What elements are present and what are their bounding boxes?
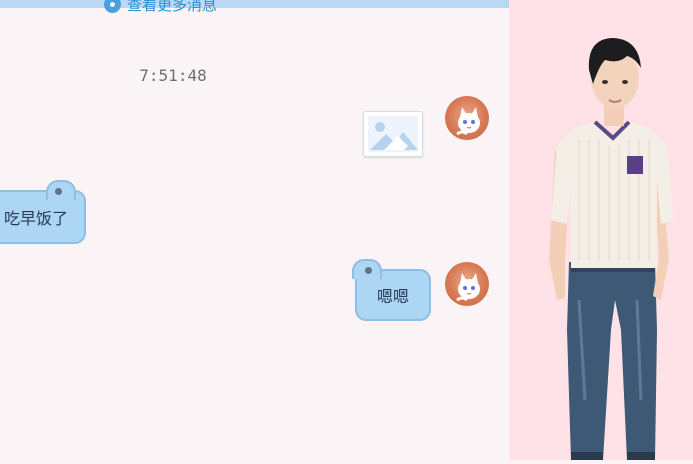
outgoing-message-text[interactable]: 嗯嗯 xyxy=(377,283,409,307)
self-avatar[interactable] xyxy=(445,262,489,306)
more-messages-label[interactable]: 查看更多消息 xyxy=(127,0,217,15)
incoming-message-bubble[interactable]: 吃早饭了 xyxy=(0,180,86,244)
bubble-dot xyxy=(365,267,372,274)
incoming-message-text[interactable]: 吃早饭了 xyxy=(4,205,68,229)
more-messages-link[interactable]: 查看更多消息 xyxy=(104,0,217,16)
avatar-figure xyxy=(549,38,673,460)
chat-panel: 查看更多消息 7:51:48 吃早饭了 嗯嗯 xyxy=(0,0,509,460)
self-avatar[interactable] xyxy=(445,96,489,140)
image-placeholder-icon xyxy=(368,116,418,152)
avatar-cat-icon xyxy=(456,107,480,136)
image-message[interactable] xyxy=(363,111,423,157)
outgoing-message-bubble[interactable]: 嗯嗯 xyxy=(352,259,431,321)
chat-top-bar xyxy=(0,0,509,8)
show-panel xyxy=(509,0,693,460)
avatar-cat-icon xyxy=(456,273,480,302)
more-messages-icon xyxy=(104,0,121,13)
bubble-dot xyxy=(55,188,62,195)
message-timestamp: 7:51:48 xyxy=(139,66,207,85)
